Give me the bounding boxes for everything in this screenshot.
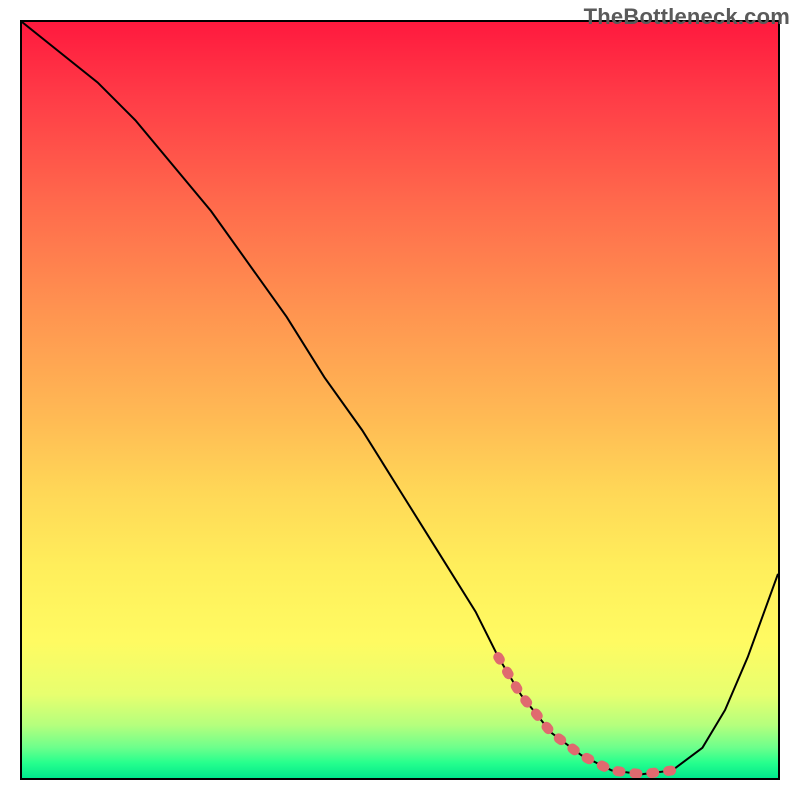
curve-overlay [22,22,778,778]
watermark-text: TheBottleneck.com [584,4,790,30]
bottleneck-curve-path [22,22,778,774]
optimal-range-highlight-path [498,657,672,774]
plot-area [20,20,780,780]
chart-container: TheBottleneck.com [0,0,800,800]
